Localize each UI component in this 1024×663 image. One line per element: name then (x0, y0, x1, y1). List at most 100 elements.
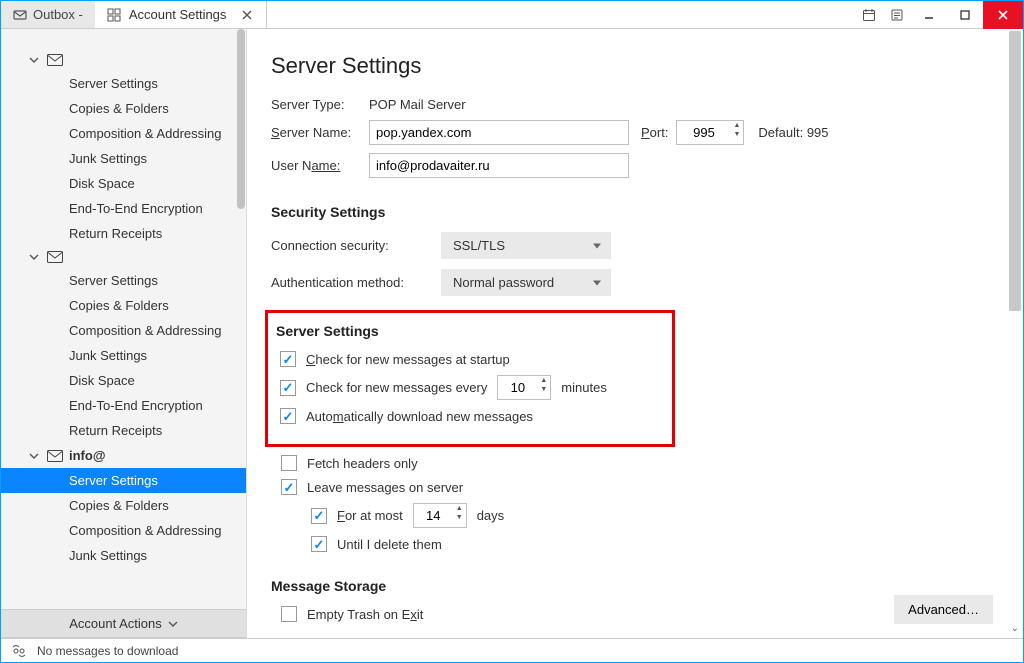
close-window-button[interactable] (983, 1, 1023, 29)
for-at-most-input[interactable] (413, 503, 453, 528)
until-delete-checkbox[interactable] (311, 536, 327, 552)
port-spinner[interactable]: ▲▼ (730, 120, 744, 145)
server-name-row: Server Name: Port: ▲▼ Default: 995 (271, 120, 989, 145)
sidebar-item-e2e[interactable]: End-To-End Encryption (1, 196, 246, 221)
sidebar-item-diskspace[interactable]: Disk Space (1, 171, 246, 196)
fetch-headers-row: Fetch headers only (281, 455, 989, 471)
check-every-row: Check for new messages every ▲▼ minutes (280, 375, 658, 400)
account-actions-button[interactable]: Account Actions (1, 609, 246, 638)
sidebar-item-junk[interactable]: Junk Settings (1, 343, 246, 368)
spin-up-icon[interactable]: ▲ (453, 504, 466, 513)
check-startup-row: Check for new messages at startup (280, 351, 658, 367)
security-heading: Security Settings (271, 204, 989, 220)
spin-up-icon[interactable]: ▲ (537, 376, 550, 385)
sidebar-item-server-settings[interactable]: Server Settings (1, 268, 246, 293)
user-name-input[interactable] (369, 153, 629, 178)
user-name-label: User Name: (271, 158, 361, 173)
sidebar-item-copies-folders[interactable]: Copies & Folders (1, 493, 246, 518)
minimize-button[interactable] (911, 1, 947, 29)
auth-method-label: Authentication method: (271, 275, 433, 290)
sidebar-item-composition[interactable]: Composition & Addressing (1, 518, 246, 543)
user-name-row: User Name: (271, 153, 989, 178)
check-every-spinner[interactable]: ▲▼ (537, 375, 551, 400)
maximize-button[interactable] (947, 1, 983, 29)
sidebar-item-server-settings[interactable]: Server Settings (1, 71, 246, 96)
tab-outbox-label: Outbox - (33, 7, 83, 22)
sidebar-item-copies-folders[interactable]: Copies & Folders (1, 293, 246, 318)
port-label: Port: (641, 125, 668, 140)
accounts-tree: Server Settings Copies & Folders Composi… (1, 29, 246, 609)
tab-outbox[interactable]: Outbox - (1, 1, 95, 28)
tab-close-button[interactable] (240, 8, 254, 22)
page-title: Server Settings (271, 53, 989, 79)
check-every-input[interactable] (497, 375, 537, 400)
accounts-sidebar: Server Settings Copies & Folders Composi… (1, 29, 247, 638)
tab-strip: Outbox - Account Settings (1, 1, 855, 28)
sidebar-item-receipts[interactable]: Return Receipts (1, 221, 246, 246)
sidebar-item-server-settings[interactable]: Server Settings (1, 468, 246, 493)
status-bar: No messages to download (1, 638, 1023, 662)
account-row-3[interactable]: info@ (1, 443, 246, 468)
connection-security-select[interactable]: SSL/TLS (441, 232, 611, 259)
activity-icon (11, 644, 27, 658)
sidebar-item-diskspace[interactable]: Disk Space (1, 368, 246, 393)
for-at-most-spinner[interactable]: ▲▼ (453, 503, 467, 528)
advanced-button[interactable]: Advanced… (894, 595, 993, 624)
sidebar-scrollbar-thumb[interactable] (237, 29, 245, 209)
account-row-2[interactable] (1, 246, 246, 268)
default-port-label: Default: 995 (758, 125, 828, 140)
sidebar-item-e2e[interactable]: End-To-End Encryption (1, 393, 246, 418)
chevron-down-icon (29, 451, 41, 461)
spin-up-icon[interactable]: ▲ (730, 121, 743, 130)
auto-download-row: Automatically download new messages (280, 408, 658, 424)
conn-security-label: Connection security: (271, 238, 433, 253)
fetch-headers-checkbox[interactable] (281, 455, 297, 471)
auto-download-checkbox[interactable] (280, 408, 296, 424)
account-3-label: info@ (69, 448, 106, 463)
connection-security-row: Connection security: SSL/TLS (271, 232, 989, 259)
for-at-most-label: For at most (337, 508, 403, 523)
fetch-headers-label: Fetch headers only (307, 456, 418, 471)
until-delete-label: Until I delete them (337, 537, 442, 552)
sidebar-item-junk[interactable]: Junk Settings (1, 543, 246, 568)
for-at-most-checkbox[interactable] (311, 508, 327, 524)
settings-content: Server Settings Server Type: POP Mail Se… (247, 29, 1023, 638)
auth-method-select[interactable]: Normal password (441, 269, 611, 296)
empty-trash-row: Empty Trash on Exit (281, 606, 989, 622)
check-every-label-post: minutes (561, 380, 607, 395)
spin-down-icon[interactable]: ▼ (730, 130, 743, 139)
spin-down-icon[interactable]: ▼ (537, 385, 550, 394)
scroll-down-icon[interactable]: ⌄ (1011, 623, 1019, 634)
account-row-1[interactable] (1, 49, 246, 71)
server-settings-subheading: Server Settings (276, 323, 658, 339)
spin-down-icon[interactable]: ▼ (453, 513, 466, 522)
highlighted-server-settings: Server Settings Check for new messages a… (265, 310, 675, 447)
port-input[interactable] (676, 120, 730, 145)
tasks-icon[interactable] (883, 1, 911, 29)
sidebar-item-copies-folders[interactable]: Copies & Folders (1, 96, 246, 121)
calendar-icon[interactable] (855, 1, 883, 29)
check-every-checkbox[interactable] (280, 380, 296, 396)
content-scrollbar[interactable]: ⌄ (1007, 29, 1023, 638)
tab-account-settings[interactable]: Account Settings (95, 1, 268, 28)
mail-app-icon (13, 8, 27, 22)
empty-trash-checkbox[interactable] (281, 606, 297, 622)
leave-on-server-checkbox[interactable] (281, 479, 297, 495)
sidebar-item-receipts[interactable]: Return Receipts (1, 418, 246, 443)
settings-tab-icon (107, 8, 121, 22)
window-controls (855, 1, 1023, 28)
sidebar-item-junk[interactable]: Junk Settings (1, 146, 246, 171)
chevron-down-icon (168, 619, 178, 629)
server-type-label: Server Type: (271, 97, 361, 112)
sidebar-item-composition[interactable]: Composition & Addressing (1, 121, 246, 146)
server-name-input[interactable] (369, 120, 629, 145)
sidebar-item-composition[interactable]: Composition & Addressing (1, 318, 246, 343)
auth-method-row: Authentication method: Normal password (271, 269, 989, 296)
for-at-most-row: For at most ▲▼ days (311, 503, 989, 528)
message-storage-heading: Message Storage (271, 578, 989, 594)
auto-download-label: Automatically download new messages (306, 409, 533, 424)
server-type-row: Server Type: POP Mail Server (271, 97, 989, 112)
server-name-label: Server Name: (271, 125, 361, 140)
check-startup-checkbox[interactable] (280, 351, 296, 367)
content-scrollbar-thumb[interactable] (1009, 31, 1021, 311)
